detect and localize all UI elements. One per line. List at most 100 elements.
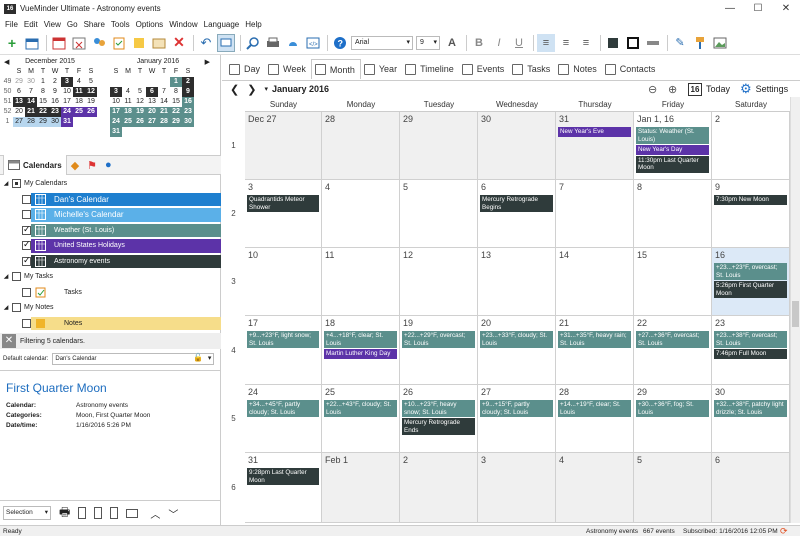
mini-calendar-day[interactable]: 1 bbox=[37, 77, 49, 87]
mini-calendar-day[interactable]: 7 bbox=[25, 87, 37, 97]
mini-calendar-day[interactable]: 30 bbox=[49, 117, 61, 127]
calendar-checkbox[interactable] bbox=[22, 194, 31, 204]
week-number[interactable]: 50 bbox=[2, 87, 13, 97]
mini-calendar-day[interactable]: 14 bbox=[25, 97, 37, 107]
week-number[interactable]: 1 bbox=[222, 141, 245, 150]
calendar-event[interactable]: New Year's Eve bbox=[558, 127, 631, 137]
calendar-event[interactable]: +10...+23°F, heavy snow; St. Louis bbox=[402, 400, 475, 417]
tree-item-calendar[interactable]: United States Holidays bbox=[0, 238, 221, 254]
day-cell[interactable]: 30 bbox=[478, 112, 556, 180]
align-right-icon[interactable]: ≡ bbox=[577, 34, 595, 52]
delete-icon[interactable]: ✕ bbox=[170, 34, 188, 52]
location-icon[interactable]: ● bbox=[101, 155, 116, 175]
week-number[interactable]: 51 bbox=[2, 97, 13, 107]
mini-calendar-day[interactable]: 3 bbox=[61, 77, 73, 87]
tree-group-my-tasks[interactable]: ◢ My Tasks bbox=[0, 269, 221, 285]
calendar-checkbox[interactable] bbox=[22, 255, 31, 266]
mini-calendar-day[interactable]: 18 bbox=[73, 97, 85, 107]
calendar-event[interactable]: +32...+38°F, patchy light drizzle; St. L… bbox=[714, 400, 787, 417]
mini-calendar-day[interactable]: 25 bbox=[122, 117, 134, 127]
help-icon[interactable]: ? bbox=[331, 34, 349, 52]
settings-button[interactable]: ⚙ Settings bbox=[740, 81, 788, 97]
paste-icon[interactable] bbox=[110, 507, 119, 519]
menu-share[interactable]: Share bbox=[81, 20, 108, 29]
day-cell[interactable]: 28 bbox=[322, 112, 400, 180]
note-icon[interactable] bbox=[130, 34, 148, 52]
tree-item-calendar[interactable]: Weather (St. Louis) bbox=[0, 223, 221, 239]
calendar-event[interactable]: +31...+35°F, heavy rain; St. Louis bbox=[558, 331, 631, 348]
add-icon[interactable]: + bbox=[3, 34, 21, 52]
calendar-event[interactable]: Mercury Retrograde Begins bbox=[480, 195, 553, 212]
mini-calendar-day[interactable]: 5 bbox=[85, 77, 97, 87]
users-icon[interactable] bbox=[90, 34, 108, 52]
mini-calendar-day[interactable]: 6 bbox=[146, 87, 158, 97]
tree-group-my-calendars[interactable]: ◢ My Calendars bbox=[0, 176, 221, 192]
tab-week[interactable]: Week bbox=[265, 59, 311, 79]
mini-calendar-day[interactable]: 15 bbox=[37, 97, 49, 107]
mini-calendar-day[interactable]: 18 bbox=[122, 107, 134, 117]
mini-calendar-day[interactable]: 16 bbox=[49, 97, 61, 107]
day-cell[interactable]: 29 +30...+36°F, fog; St. Louis bbox=[634, 385, 712, 453]
mini-calendar-day[interactable]: 9 bbox=[182, 87, 194, 97]
calendar-event[interactable]: +23...+33°F, cloudy; St. Louis bbox=[480, 331, 553, 348]
calendar-event[interactable]: Quadrantids Meteor Shower bbox=[247, 195, 319, 212]
calendar-checkbox[interactable] bbox=[22, 210, 31, 220]
find-icon[interactable] bbox=[244, 34, 262, 52]
tab-timeline[interactable]: Timeline bbox=[402, 59, 459, 79]
calendar-event[interactable]: +4...+18°F, clear; St. Louis bbox=[324, 331, 397, 348]
day-cell[interactable]: 22 +27...+36°F, overcast; St. Louis bbox=[634, 316, 712, 385]
day-cell[interactable]: 19 +22...+29°F, overcast; St. Louis bbox=[400, 316, 478, 385]
day-cell[interactable]: 29 bbox=[400, 112, 478, 180]
next-month-arrow-icon[interactable]: ▶ bbox=[205, 58, 210, 66]
mini-calendar-day[interactable]: 12 bbox=[85, 87, 97, 97]
menu-go[interactable]: Go bbox=[64, 20, 81, 29]
dropdown-icon[interactable]: ▾ bbox=[264, 85, 268, 93]
day-cell[interactable]: 20 +23...+33°F, cloudy; St. Louis bbox=[478, 316, 556, 385]
day-cell[interactable]: 12 bbox=[400, 248, 478, 316]
day-cell[interactable]: 23 +23...+38°F, overcast; St. Louis 7:46pm… bbox=[712, 316, 790, 385]
tab-calendars[interactable]: Calendars bbox=[3, 155, 67, 175]
tree-item-notes[interactable]: Notes bbox=[0, 316, 221, 332]
day-cell[interactable]: 2 bbox=[400, 453, 478, 523]
mini-calendar-day[interactable]: 1 bbox=[170, 77, 182, 87]
next-arrow-icon[interactable]: ❯ bbox=[247, 83, 256, 96]
mini-calendar-day[interactable]: 20 bbox=[13, 107, 25, 117]
minimize-button[interactable]: — bbox=[718, 0, 742, 17]
menu-edit[interactable]: Edit bbox=[21, 20, 41, 29]
tab-tasks[interactable]: Tasks bbox=[509, 59, 555, 79]
print-icon[interactable] bbox=[264, 34, 282, 52]
mini-calendar-day[interactable]: 22 bbox=[37, 107, 49, 117]
day-cell[interactable]: 21 +31...+35°F, heavy rain; St. Louis bbox=[556, 316, 634, 385]
tree-item-tasks[interactable]: Tasks bbox=[0, 285, 221, 301]
eyedropper-icon[interactable]: ✎ bbox=[671, 34, 689, 52]
day-cell[interactable]: 27 +9...+15°F, partly cloudy; St. Louis bbox=[478, 385, 556, 453]
close-window-button[interactable]: ✕ bbox=[774, 0, 798, 17]
calendar-event[interactable]: +22...+29°F, overcast; St. Louis bbox=[402, 331, 475, 348]
underline-icon[interactable]: U bbox=[510, 34, 528, 52]
mini-calendar-day[interactable]: 29 bbox=[170, 117, 182, 127]
mini-calendar-day[interactable]: 5 bbox=[134, 87, 146, 97]
mini-calendar-day[interactable]: 11 bbox=[122, 97, 134, 107]
mini-calendar-day[interactable]: 7 bbox=[158, 87, 170, 97]
notes-checkbox[interactable] bbox=[22, 318, 31, 328]
day-cell[interactable]: 6 Mercury Retrograde Begins bbox=[478, 180, 556, 248]
day-cell[interactable]: 18 +4...+18°F, clear; St. Louis Martin Lut… bbox=[322, 316, 400, 385]
day-cell[interactable]: 10 bbox=[245, 248, 322, 316]
week-number[interactable]: 2 bbox=[222, 209, 245, 218]
new-event-icon[interactable] bbox=[23, 34, 41, 52]
calendar-event[interactable]: +30...+36°F, fog; St. Louis bbox=[636, 400, 709, 417]
mini-calendar-day[interactable]: 20 bbox=[146, 107, 158, 117]
mini-calendar-day[interactable]: 31 bbox=[61, 117, 73, 127]
day-cell[interactable]: 9 7:30pm New Moon bbox=[712, 180, 790, 248]
week-number[interactable]: 5 bbox=[222, 414, 245, 423]
day-cell[interactable]: 16 +23...+23°F, overcast; St. Louis 5:26pm… bbox=[712, 248, 790, 316]
scrollbar-thumb[interactable] bbox=[792, 301, 799, 327]
tab-month[interactable]: Month bbox=[310, 59, 361, 79]
mini-calendar-day[interactable]: 12 bbox=[134, 97, 146, 107]
mini-calendar-day[interactable]: 15 bbox=[170, 97, 182, 107]
font-size-select[interactable]: 9 bbox=[416, 35, 440, 50]
day-cell[interactable]: 14 bbox=[556, 248, 634, 316]
calendar-icon[interactable] bbox=[50, 34, 68, 52]
mini-calendar-day[interactable]: 6 bbox=[13, 87, 25, 97]
mini-calendar-day[interactable]: 9 bbox=[49, 87, 61, 97]
